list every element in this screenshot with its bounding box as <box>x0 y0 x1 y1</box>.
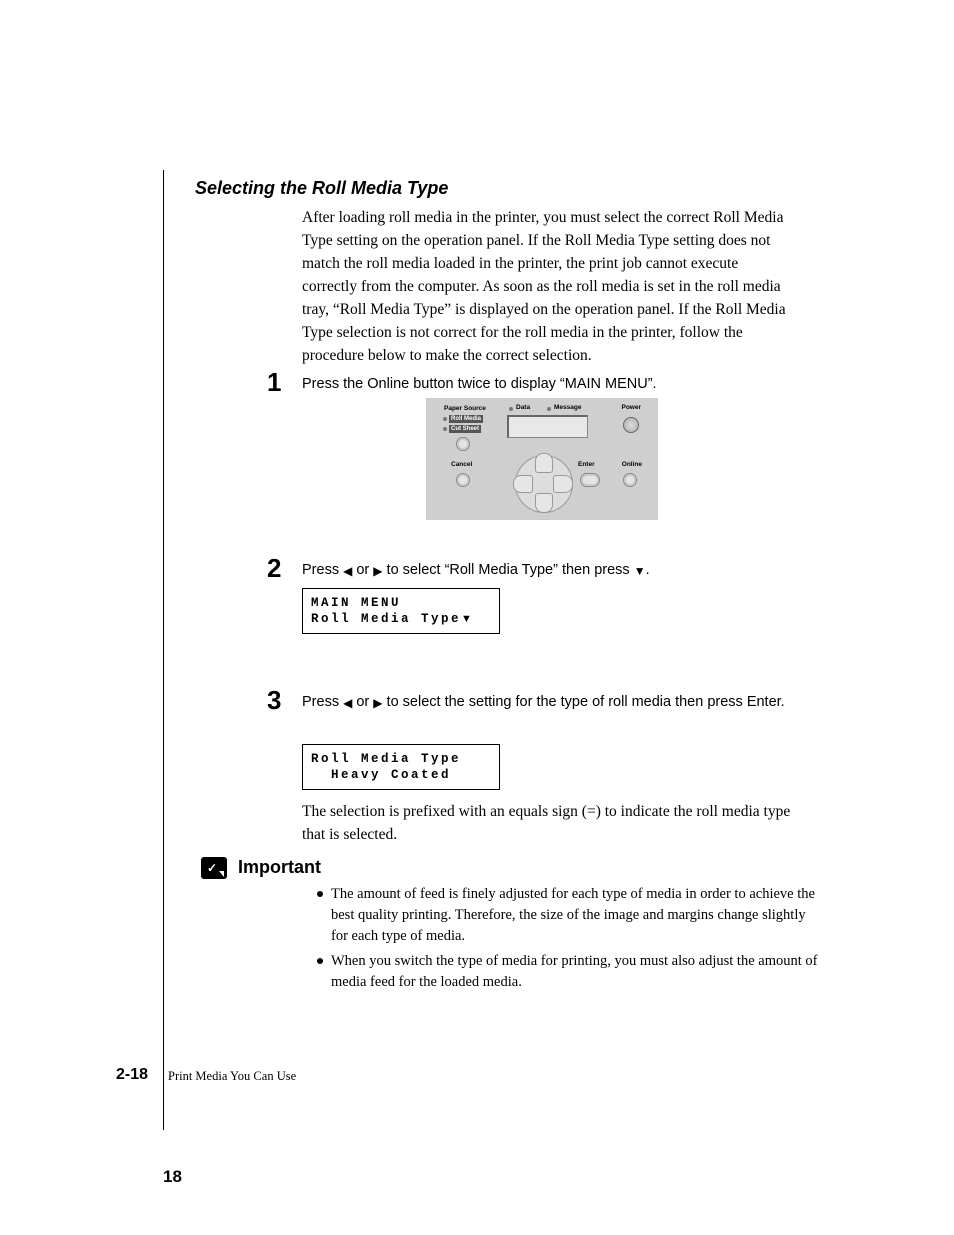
paper-source-button <box>456 437 470 451</box>
text-segment: to select the setting for the type of ro… <box>383 694 785 710</box>
step-1: 1 Press the Online button twice to displ… <box>267 374 827 394</box>
footer-page-number: 18 <box>163 1167 182 1187</box>
text-segment: to select “Roll Media Type” then press <box>383 562 634 578</box>
selection-note: The selection is prefixed with an equals… <box>302 800 792 846</box>
text-segment: Press <box>302 562 343 578</box>
lcd-readout-2: Roll Media Type Heavy Coated <box>302 744 500 790</box>
operation-panel-figure: Paper Source Roll Media Cut Sheet Data M… <box>426 398 658 520</box>
paper-source-label: Paper Source <box>444 405 486 412</box>
cancel-button <box>456 473 470 487</box>
message-led-icon <box>547 407 551 411</box>
online-button <box>623 473 637 487</box>
lcd-line: MAIN MENU <box>311 596 401 610</box>
down-arrow-icon: ▼ <box>461 613 472 625</box>
lcd-display-icon <box>507 415 588 438</box>
lcd-line: Roll Media Type <box>311 752 461 766</box>
dpad-icon <box>515 455 571 511</box>
text-segment: Press <box>302 694 343 710</box>
important-list: The amount of feed is finely adjusted fo… <box>317 884 822 997</box>
step-3: 3 Press ◀ or ▶ to select the setting for… <box>267 692 827 713</box>
power-label: Power <box>621 404 641 411</box>
right-arrow-icon: ▶ <box>373 693 382 713</box>
text-segment: . <box>646 562 650 578</box>
important-label: Important <box>238 857 321 878</box>
important-icon: ✓ <box>201 857 227 879</box>
data-led-icon <box>509 407 513 411</box>
step-2: 2 Press ◀ or ▶ to select “Roll Media Typ… <box>267 560 827 581</box>
enter-button <box>580 473 600 487</box>
sheet-led-icon <box>443 427 447 431</box>
left-arrow-icon: ◀ <box>343 561 352 581</box>
cancel-label: Cancel <box>451 461 472 468</box>
step-text: Press ◀ or ▶ to select “Roll Media Type”… <box>302 560 792 581</box>
lcd-line: Heavy Coated <box>311 768 451 782</box>
lcd-readout-1: MAIN MENU Roll Media Type▼ <box>302 588 500 634</box>
cut-sheet-label: Cut Sheet <box>449 425 481 433</box>
left-arrow-icon: ◀ <box>343 693 352 713</box>
data-label: Data <box>516 404 530 411</box>
enter-label: Enter <box>578 461 595 468</box>
footer-section-name: Print Media You Can Use <box>168 1069 296 1084</box>
message-label: Message <box>554 404 581 411</box>
right-arrow-icon: ▶ <box>373 561 382 581</box>
step-text: Press ◀ or ▶ to select the setting for t… <box>302 692 792 713</box>
step-number: 2 <box>267 553 281 584</box>
power-button <box>623 417 639 433</box>
step-number: 3 <box>267 685 281 716</box>
text-segment: or <box>352 562 373 578</box>
lcd-line: Roll Media Type <box>311 612 461 626</box>
text-segment: or <box>352 694 373 710</box>
manual-page: Selecting the Roll Media Type After load… <box>0 0 954 1235</box>
roll-media-label: Roll Media <box>449 415 483 423</box>
intro-paragraph: After loading roll media in the printer,… <box>302 206 792 367</box>
roll-led-icon <box>443 417 447 421</box>
section-title: Selecting the Roll Media Type <box>195 178 448 199</box>
step-text: Press the Online button twice to display… <box>302 374 792 394</box>
online-label: Online <box>622 461 642 468</box>
down-arrow-icon: ▼ <box>634 561 646 581</box>
left-rule <box>163 170 164 1130</box>
important-item: When you switch the type of media for pr… <box>317 951 822 993</box>
step-number: 1 <box>267 367 281 398</box>
important-item: The amount of feed is finely adjusted fo… <box>317 884 822 947</box>
footer-page-code: 2-18 <box>116 1066 148 1084</box>
